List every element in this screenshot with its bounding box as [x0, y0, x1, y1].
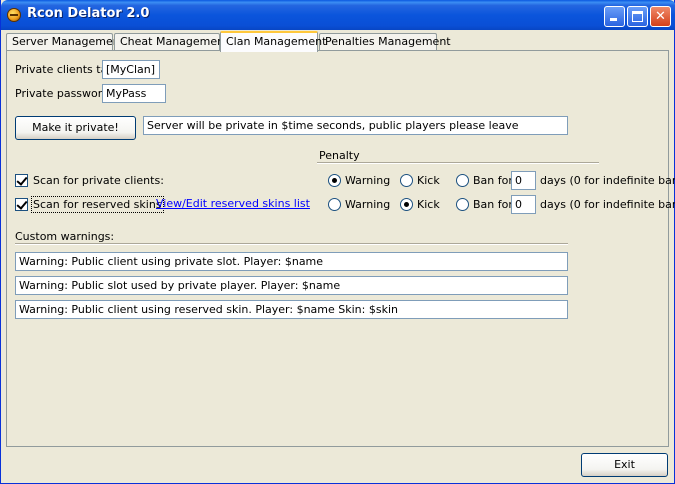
custom-warnings-label: Custom warnings: [15, 230, 115, 243]
row1-kick-label: Kick [417, 174, 440, 187]
clan-management-panel [6, 50, 669, 447]
scan-reserved-skins-label: Scan for reserved skins [31, 196, 164, 213]
private-message-input[interactable]: Server will be private in $time seconds,… [143, 116, 568, 135]
row2-ban-radio[interactable] [456, 198, 469, 211]
row1-warning-label: Warning [345, 174, 391, 187]
private-password-label: Private password: [15, 87, 113, 100]
penalty-divider [317, 162, 599, 164]
scan-private-clients-checkbox[interactable] [15, 174, 28, 187]
row2-ban-label: Ban for [473, 198, 513, 211]
minimize-button[interactable] [604, 6, 625, 27]
private-tag-input[interactable]: [MyClan] [102, 60, 160, 79]
minimize-icon [610, 18, 617, 21]
row1-warning-radio[interactable] [328, 174, 341, 187]
row1-ban-label: Ban for [473, 174, 513, 187]
row1-kick-radio[interactable] [400, 174, 413, 187]
row2-kick-radio[interactable] [400, 198, 413, 211]
row2-days-label: days (0 for indefinite ban) [540, 198, 675, 211]
custom-warning-input-2[interactable]: Warning: Public slot used by private pla… [15, 276, 568, 295]
reserved-skins-link[interactable]: View/Edit reserved skins list [156, 197, 310, 210]
scan-private-clients-label: Scan for private clients: [33, 174, 164, 187]
scan-reserved-skins-checkbox[interactable] [15, 198, 28, 211]
row1-ban-days-input[interactable]: 0 [511, 171, 536, 190]
row2-warning-radio[interactable] [328, 198, 341, 211]
row1-days-label: days (0 for indefinite ban) [540, 174, 675, 187]
tab-server-management[interactable]: Server Management [6, 33, 124, 51]
custom-warning-input-3[interactable]: Warning: Public client using reserved sk… [15, 300, 568, 319]
tab-cheat-management[interactable]: Cheat Management [114, 33, 228, 51]
row2-kick-label: Kick [417, 198, 440, 211]
make-private-button[interactable]: Make it private! [15, 116, 136, 140]
exit-button[interactable]: Exit [581, 453, 668, 477]
tab-penalties-management[interactable]: Penalties Management [319, 33, 451, 51]
tab-clan-management[interactable]: Clan Management [220, 31, 326, 52]
close-icon: ✕ [655, 9, 666, 24]
title-bar[interactable]: Rcon Delator 2.0 ✕ [1, 0, 675, 30]
private-password-input[interactable]: MyPass [102, 84, 166, 103]
row1-ban-radio[interactable] [456, 174, 469, 187]
maximize-button[interactable] [627, 6, 648, 27]
window-title: Rcon Delator 2.0 [27, 6, 150, 21]
main-window: Rcon Delator 2.0 ✕ Server Management Che… [0, 0, 675, 484]
app-icon [7, 8, 21, 22]
custom-warning-input-1[interactable]: Warning: Public client using private slo… [15, 252, 568, 271]
row2-warning-label: Warning [345, 198, 391, 211]
penalty-header: Penalty [319, 149, 360, 162]
custom-warnings-divider [15, 243, 568, 245]
row2-ban-days-input[interactable]: 0 [511, 195, 536, 214]
close-button[interactable]: ✕ [650, 6, 671, 27]
maximize-icon [632, 11, 643, 22]
